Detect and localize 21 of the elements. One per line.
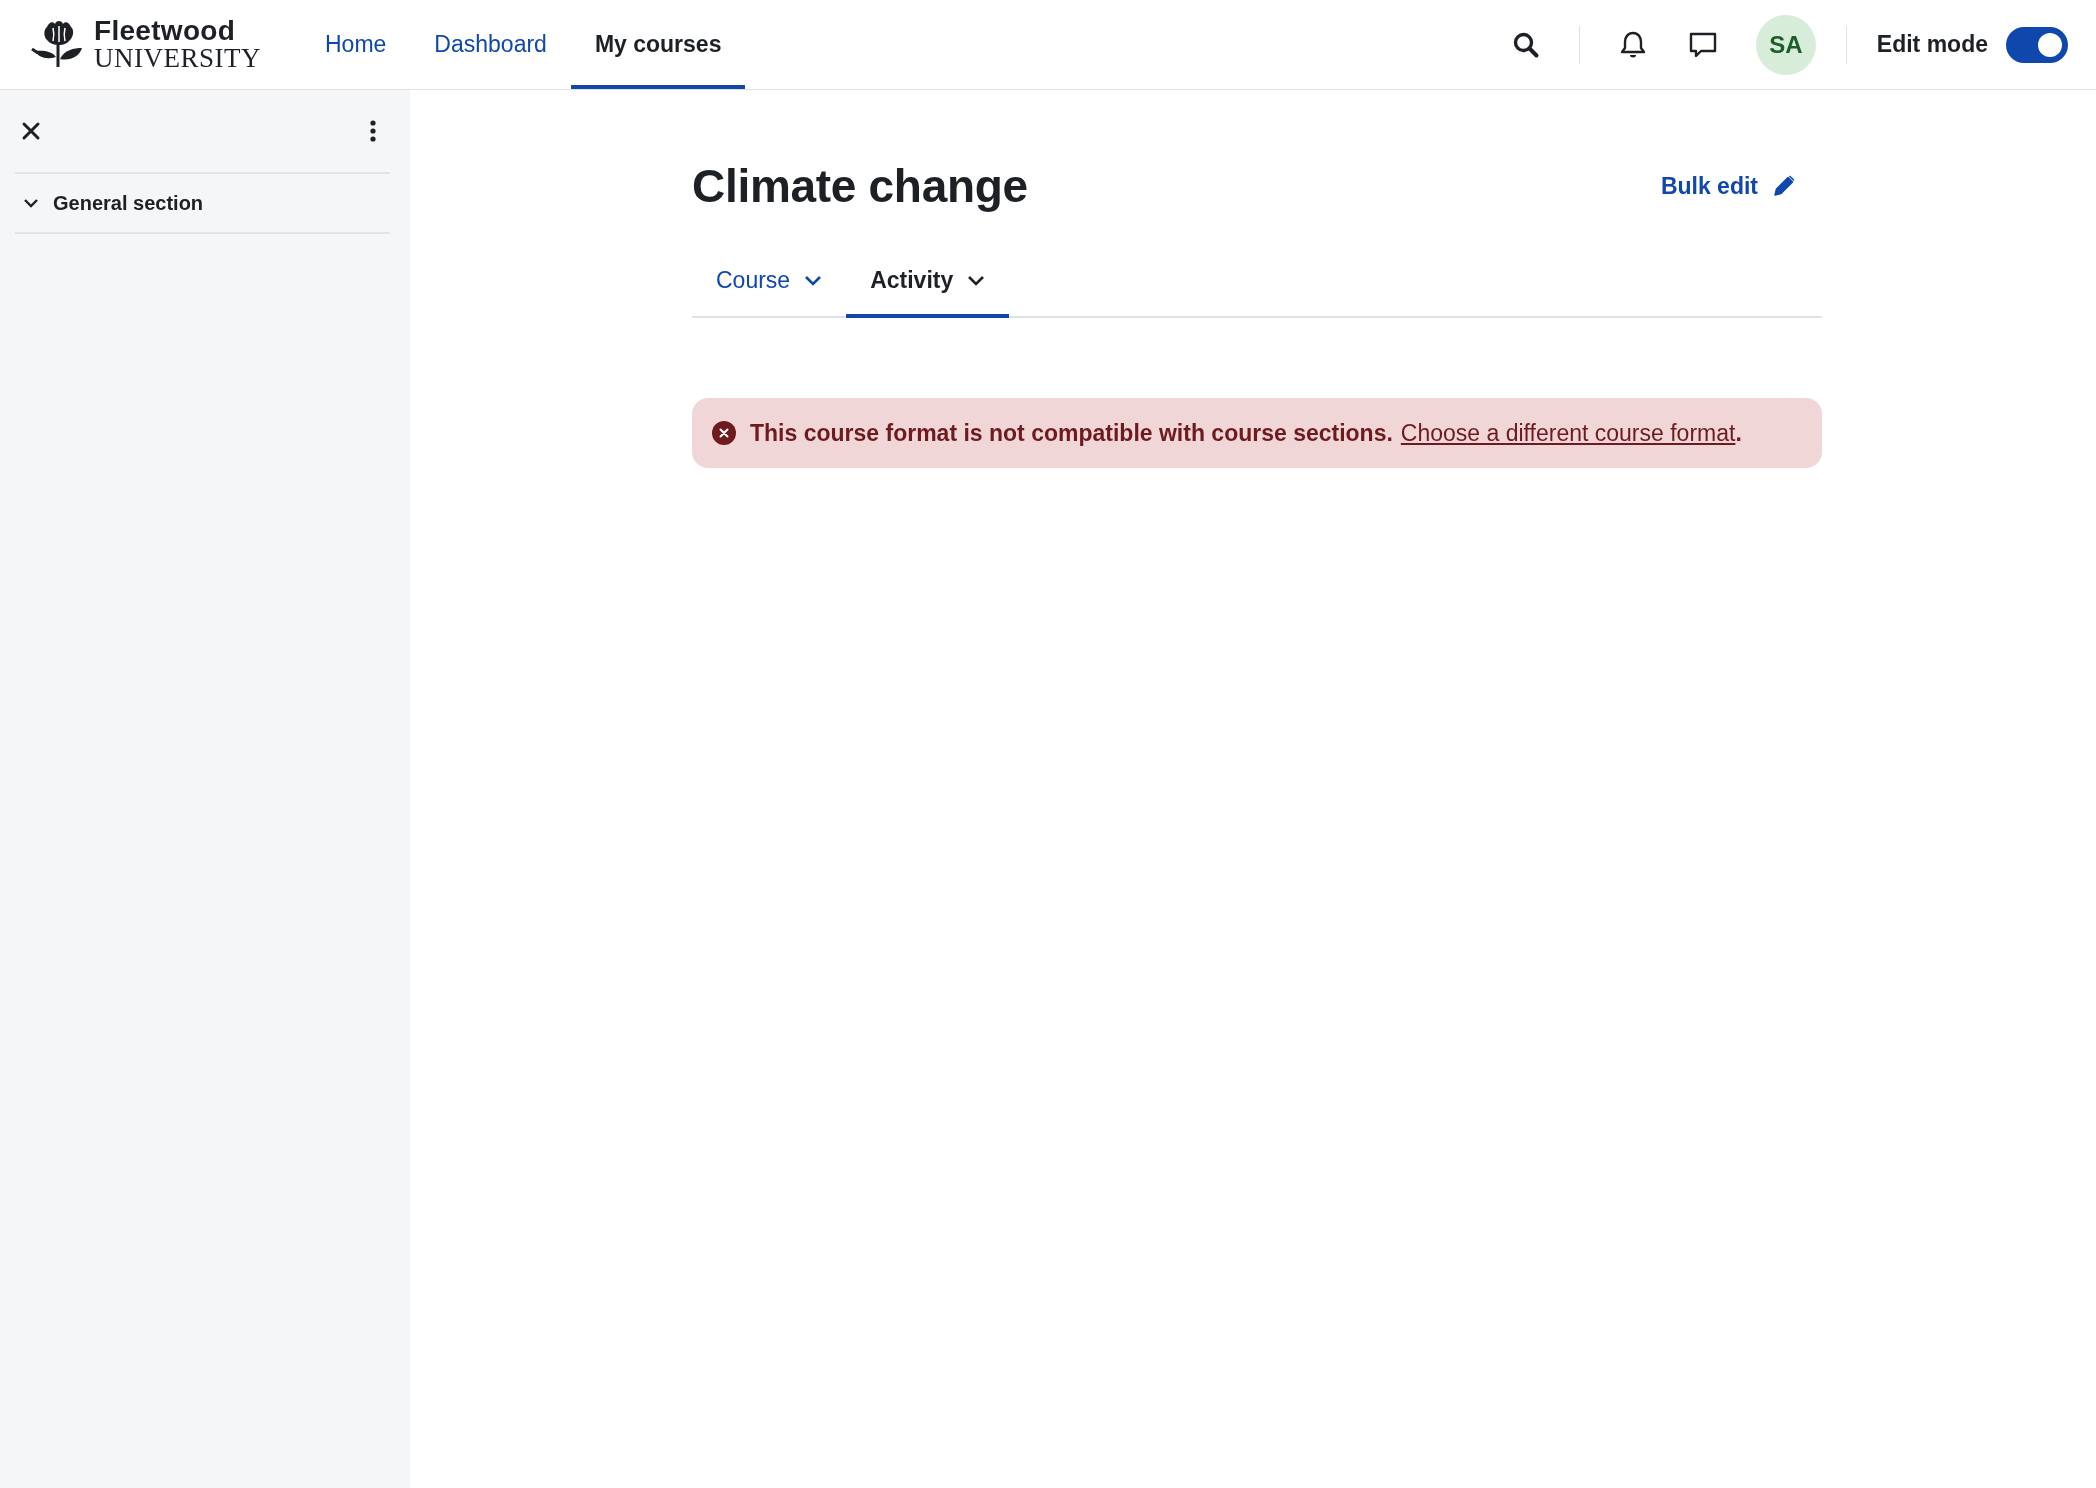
bulk-edit-link[interactable]: Bulk edit: [1660, 172, 1796, 200]
chevron-icon: [967, 274, 986, 286]
close-icon[interactable]: [21, 121, 41, 141]
pencil-icon: [1772, 174, 1796, 198]
logo-subtitle: UNIVERSITY: [94, 45, 261, 72]
edit-mode-label: Edit mode: [1876, 31, 1988, 58]
logo-name: Fleetwood: [94, 17, 237, 45]
chevron-icon: [804, 274, 823, 286]
nav-link[interactable]: Home: [301, 0, 411, 89]
change-format-link[interactable]: Choose a different course format: [1400, 419, 1736, 446]
edit-mode-toggle[interactable]: [2006, 26, 2068, 63]
tab[interactable]: Course: [692, 246, 847, 318]
user-avatar[interactable]: SA: [1755, 14, 1816, 75]
nav-link[interactable]: My courses: [570, 0, 746, 89]
section-item[interactable]: General section: [15, 174, 390, 234]
course-title: Climate change: [692, 159, 1028, 213]
tab[interactable]: Activity: [846, 246, 1010, 318]
error-icon: [712, 421, 736, 445]
more-options-icon[interactable]: [370, 120, 376, 142]
alert-message: This course format is not compatible with course sections. Choose a different course format.: [750, 419, 1742, 447]
nav-link[interactable]: Dashboard: [410, 0, 571, 89]
